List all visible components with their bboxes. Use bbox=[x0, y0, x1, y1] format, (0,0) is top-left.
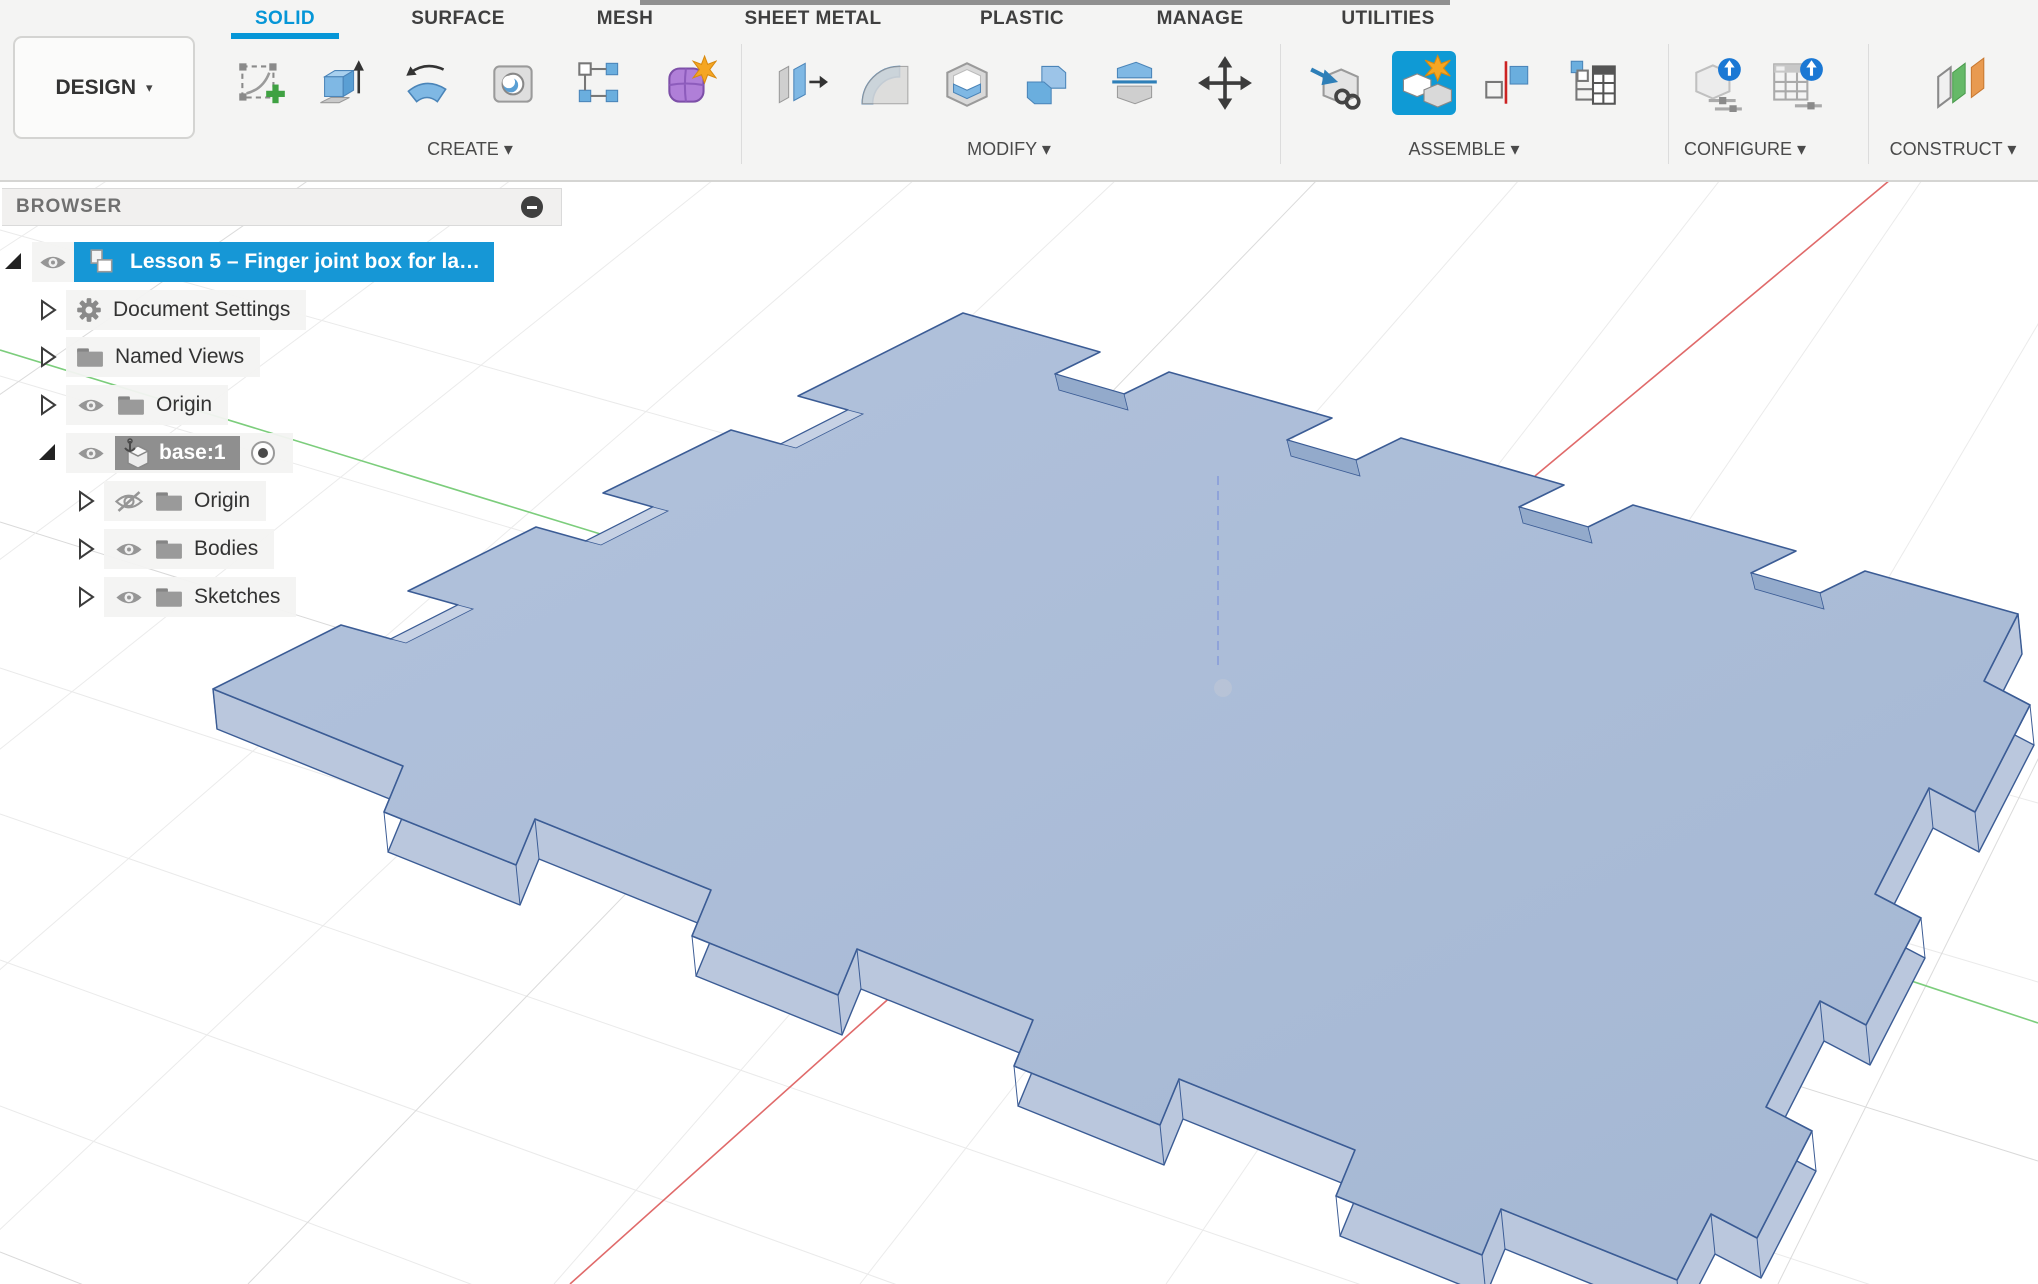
shell-icon[interactable] bbox=[938, 54, 996, 112]
group-label-configure[interactable]: CONFIGURE ▾ bbox=[1684, 139, 1806, 160]
collapsed-twist-icon[interactable] bbox=[74, 538, 96, 560]
eye-icon[interactable] bbox=[114, 587, 144, 608]
joint-icon[interactable] bbox=[1478, 54, 1536, 112]
create-sketch-icon[interactable] bbox=[232, 54, 290, 112]
expanded-twist-icon[interactable] bbox=[36, 442, 58, 464]
collapse-browser-button[interactable] bbox=[521, 196, 543, 218]
tree-item[interactable]: Bodies bbox=[104, 529, 274, 569]
expanded-twist-icon[interactable] bbox=[2, 251, 24, 273]
tab-sheet-metal[interactable]: SHEET METAL bbox=[744, 8, 881, 30]
collapsed-twist-icon[interactable] bbox=[36, 346, 58, 368]
collapsed-twist-icon[interactable] bbox=[36, 299, 58, 321]
fillet-icon[interactable] bbox=[854, 54, 912, 112]
tree-item-label[interactable]: Bodies bbox=[194, 537, 258, 561]
selected-base-component[interactable]: base:1 bbox=[115, 436, 240, 470]
tree-item-label[interactable]: Sketches bbox=[194, 585, 280, 609]
collapsed-twist-icon[interactable] bbox=[36, 394, 58, 416]
selected-root-component[interactable]: Lesson 5 – Finger joint box for la… bbox=[74, 242, 494, 282]
base-component-label: base:1 bbox=[159, 441, 226, 465]
tab-plastic[interactable]: PLASTIC bbox=[980, 8, 1064, 30]
folder-icon bbox=[155, 586, 183, 608]
construct-plane-icon[interactable] bbox=[1932, 54, 1990, 112]
group-separator bbox=[1868, 44, 1869, 164]
activate-component-radio[interactable] bbox=[249, 439, 277, 467]
active-tab-underline bbox=[231, 33, 339, 39]
revolve-icon[interactable] bbox=[398, 54, 456, 112]
tab-utilities[interactable]: UTILITIES bbox=[1341, 8, 1434, 30]
gear-icon bbox=[76, 297, 102, 323]
extrude-icon[interactable] bbox=[308, 54, 366, 112]
tab-surface[interactable]: SURFACE bbox=[411, 8, 505, 30]
group-label-construct[interactable]: CONSTRUCT ▾ bbox=[1890, 139, 2017, 160]
press-pull-icon[interactable] bbox=[770, 54, 828, 112]
grounded-component-icon bbox=[121, 438, 151, 468]
component-cubes-icon bbox=[88, 248, 116, 276]
design-workspace-dropdown[interactable]: DESIGN ▾ bbox=[13, 36, 195, 139]
hole-icon[interactable] bbox=[485, 54, 543, 112]
tree-row-root-component: Lesson 5 – Finger joint box for la… bbox=[2, 239, 494, 285]
tree-row-origin: Origin bbox=[36, 382, 228, 428]
group-label-modify[interactable]: MODIFY ▾ bbox=[967, 139, 1051, 160]
folder-icon bbox=[117, 394, 145, 416]
collapsed-twist-icon[interactable] bbox=[74, 490, 96, 512]
tree-row-named-views: Named Views bbox=[36, 334, 260, 380]
eye-icon[interactable] bbox=[114, 539, 144, 560]
browser-title: BROWSER bbox=[2, 196, 521, 218]
configuration-table-icon[interactable] bbox=[1768, 54, 1826, 112]
toolbar: SOLID SURFACE MESH SHEET METAL PLASTIC M… bbox=[0, 0, 2038, 182]
tree-item[interactable]: Named Views bbox=[66, 337, 260, 377]
create-form-icon[interactable] bbox=[659, 54, 717, 112]
tree-row-document-settings: Document Settings bbox=[36, 287, 306, 333]
combine-icon[interactable] bbox=[1017, 54, 1075, 112]
group-separator bbox=[1280, 44, 1281, 164]
collapsed-twist-icon[interactable] bbox=[74, 586, 96, 608]
tree-item: base:1 bbox=[66, 433, 293, 473]
tree-item[interactable]: Origin bbox=[104, 481, 266, 521]
configure-icon[interactable] bbox=[1688, 54, 1746, 112]
eye-icon[interactable] bbox=[76, 395, 106, 416]
tab-mesh[interactable]: MESH bbox=[597, 8, 654, 30]
root-component-label: Lesson 5 – Finger joint box for la… bbox=[130, 250, 480, 274]
design-label: DESIGN bbox=[55, 76, 136, 100]
bom-icon[interactable] bbox=[1564, 54, 1622, 112]
insert-derive-icon[interactable] bbox=[1307, 54, 1365, 112]
folder-icon bbox=[76, 346, 104, 368]
new-component-icon bbox=[1392, 51, 1456, 115]
tree-item[interactable]: Sketches bbox=[104, 577, 296, 617]
fusion-360-window: { "toolbar": { "design_menu": {"label": … bbox=[0, 0, 2038, 1284]
move-icon[interactable] bbox=[1196, 54, 1254, 112]
tree-item-label[interactable]: Document Settings bbox=[113, 298, 290, 322]
group-separator bbox=[1668, 44, 1669, 164]
window-edge-strip bbox=[640, 0, 1450, 5]
tree-row-base-origin: Origin bbox=[74, 478, 266, 524]
new-component-button-active[interactable] bbox=[1392, 51, 1456, 115]
tree-row-base-component: base:1 bbox=[36, 430, 293, 476]
browser-header: BROWSER bbox=[2, 188, 562, 226]
tree-item[interactable]: Origin bbox=[66, 385, 228, 425]
folder-icon bbox=[155, 538, 183, 560]
tree-row-sketches: Sketches bbox=[74, 574, 296, 620]
tree-item-label[interactable]: Origin bbox=[156, 393, 212, 417]
eye-icon[interactable] bbox=[38, 252, 68, 273]
group-separator bbox=[741, 44, 742, 164]
tree-item[interactable]: Document Settings bbox=[66, 290, 306, 330]
eye-off-icon[interactable] bbox=[114, 491, 144, 512]
folder-icon bbox=[155, 490, 183, 512]
eye-icon[interactable] bbox=[76, 443, 106, 464]
group-label-assemble[interactable]: ASSEMBLE ▾ bbox=[1408, 139, 1519, 160]
tab-solid[interactable]: SOLID bbox=[255, 8, 315, 30]
tree-item-label[interactable]: Origin bbox=[194, 489, 250, 513]
tree-item-label[interactable]: Named Views bbox=[115, 345, 244, 369]
chevron-down-icon: ▾ bbox=[146, 80, 153, 96]
tab-manage[interactable]: MANAGE bbox=[1157, 8, 1244, 30]
split-body-icon[interactable] bbox=[1105, 54, 1163, 112]
tree-row-bodies: Bodies bbox=[74, 526, 274, 572]
rectangular-pattern-icon[interactable] bbox=[570, 54, 628, 112]
group-label-create[interactable]: CREATE ▾ bbox=[427, 139, 513, 160]
visibility-cell bbox=[32, 242, 74, 282]
